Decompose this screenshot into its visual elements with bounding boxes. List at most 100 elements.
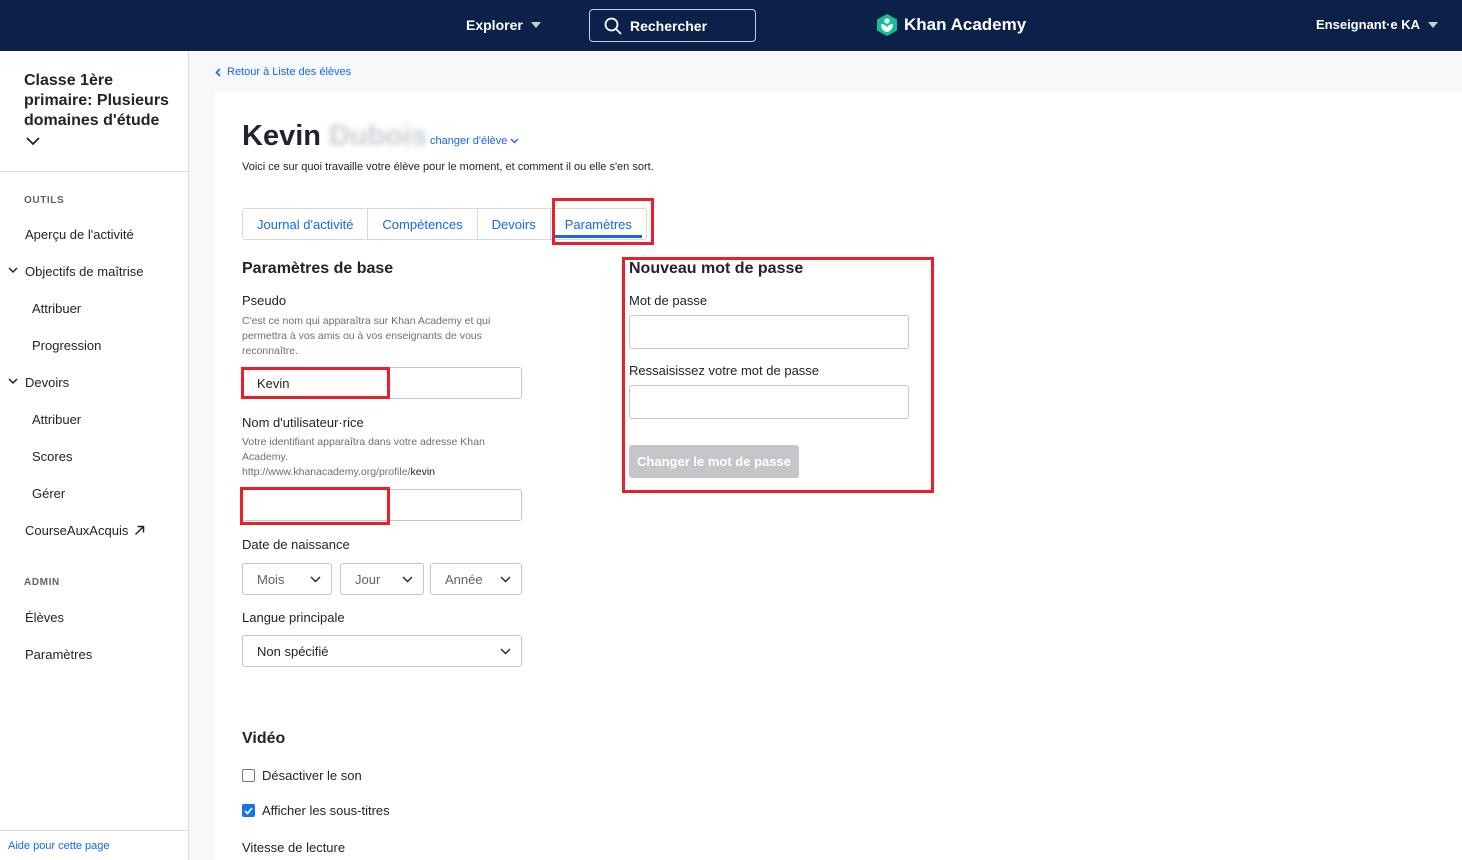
checkmark-icon (244, 806, 253, 815)
page-subtitle: Voici ce sur quoi travaille votre élève … (242, 161, 654, 173)
user-label: Enseignant·e KA (1316, 17, 1421, 32)
sidebar-item-settings[interactable]: Paramètres (25, 647, 92, 662)
chevron-down-icon (500, 648, 511, 654)
search-label: Rechercher (630, 17, 708, 34)
nickname-help-text: C'est ce nom qui apparaîtra sur Khan Aca… (242, 315, 491, 357)
sidebar-item-students[interactable]: Élèves (25, 610, 64, 625)
search-icon (604, 17, 622, 34)
subtitles-label: Afficher les sous-titres (262, 803, 390, 818)
chevron-down-icon (402, 576, 413, 582)
username-help-text: Votre identifiant apparaîtra dans votre … (242, 435, 522, 480)
student-tabs: Journal d'activité Compétences Devoirs P… (242, 208, 647, 240)
birth-date-label: Date de naissance (242, 537, 350, 552)
sidebar-item-label: Gérer (32, 486, 66, 501)
primary-language-label: Langue principale (242, 610, 345, 625)
nickname-input[interactable]: Kevin (242, 367, 522, 399)
back-link-label: Retour à Liste des élèves (227, 66, 352, 78)
help-link[interactable]: Aide pour cette page (8, 840, 110, 852)
username-help-description: Votre identifiant apparaîtra dans votre … (242, 436, 485, 463)
sidebar-item-label: CourseAuxAcquis (25, 523, 129, 538)
sidebar-item-label: Attribuer (32, 412, 82, 427)
sidebar-item-progress[interactable]: Progression (32, 338, 101, 353)
sidebar-item-activity-overview[interactable]: Aperçu de l'activité (25, 227, 134, 242)
khan-academy-logo[interactable]: Khan Academy (876, 13, 1026, 37)
student-name-heading: Kevin Dubois (242, 120, 427, 153)
back-to-students-link[interactable]: Retour à Liste des élèves (215, 66, 351, 78)
sidebar-item-label: Progression (32, 338, 102, 353)
sidebar-item-course-challenge[interactable]: CourseAuxAcquis (25, 523, 145, 538)
khan-academy-logo-icon (877, 14, 897, 36)
confirm-password-label: Ressaisissez votre mot de passe (629, 363, 820, 378)
sidebar-item-label: Aperçu de l'activité (25, 227, 134, 242)
tab-assignments[interactable]: Devoirs (478, 209, 551, 239)
sidebar-item-assignments[interactable]: Devoirs (25, 375, 69, 390)
chevron-down-icon[interactable] (26, 137, 40, 146)
year-placeholder: Année (445, 571, 483, 587)
username-label: Nom d'utilisateur·rice (242, 415, 364, 430)
birth-month-select[interactable]: Mois (242, 563, 332, 595)
tab-settings[interactable]: Paramètres (551, 209, 646, 239)
video-heading: Vidéo (242, 730, 286, 747)
explore-label: Explorer (466, 17, 523, 33)
sidebar-item-assignments-assign[interactable]: Attribuer (32, 412, 81, 427)
chevron-down-icon (1428, 21, 1439, 28)
chevron-down-icon (500, 576, 511, 582)
nickname-value: Kevin (257, 375, 290, 391)
basic-settings-heading: Paramètres de base (242, 260, 394, 277)
playback-speed-label: Vitesse de lecture (242, 840, 346, 855)
tab-skills[interactable]: Compétences (368, 209, 478, 239)
sidebar-item-label: Objectifs de maîtrise (25, 264, 144, 279)
profile-url-prefix: http://www.khanacademy.org/profile/ (242, 466, 411, 478)
external-link-icon (135, 525, 145, 536)
student-first-name: Kevin (242, 120, 321, 152)
confirm-password-input[interactable] (629, 385, 909, 419)
search-button[interactable]: Rechercher (589, 9, 756, 42)
sidebar-divider (0, 171, 188, 172)
sidebar-item-scores[interactable]: Scores (32, 449, 72, 464)
subtitles-checkbox[interactable] (242, 804, 255, 817)
change-student-button[interactable]: changer d'élève (430, 135, 519, 147)
user-menu-button[interactable]: Enseignant·e KA (1316, 17, 1439, 32)
explore-menu-button[interactable]: Explorer (466, 17, 541, 33)
mute-label: Désactiver le son (262, 768, 362, 783)
subtitles-checkbox-row[interactable]: Afficher les sous-titres (242, 803, 390, 818)
mute-checkbox-row[interactable]: Désactiver le son (242, 768, 362, 783)
logo-text: Khan Academy (904, 15, 1027, 34)
change-student-label: changer d'élève (430, 135, 508, 147)
primary-language-select[interactable]: Non spécifié (242, 635, 522, 667)
birth-day-select[interactable]: Jour (340, 563, 424, 595)
sidebar: Classe 1ère primaire: Plusieurs domaines… (0, 51, 189, 860)
sidebar-item-manage[interactable]: Gérer (32, 486, 65, 501)
sidebar-divider (0, 830, 188, 831)
admin-section-heading: ADMIN (24, 577, 60, 588)
password-input[interactable] (629, 315, 909, 349)
birth-year-select[interactable]: Année (430, 563, 522, 595)
sidebar-item-label: Attribuer (32, 301, 82, 316)
language-value: Non spécifié (257, 643, 329, 659)
tools-section-heading: OUTILS (24, 195, 65, 206)
password-label: Mot de passe (629, 293, 708, 308)
nickname-label: Pseudo (242, 293, 287, 308)
sidebar-item-label: Paramètres (25, 647, 93, 662)
top-navigation-bar: Explorer Rechercher Khan Academy Enseign… (0, 0, 1462, 51)
sidebar-item-label: Devoirs (25, 375, 70, 390)
chevron-down-icon (310, 576, 321, 582)
username-input[interactable] (242, 489, 522, 521)
new-password-heading: Nouveau mot de passe (629, 260, 804, 277)
tab-activity-log[interactable]: Journal d'activité (243, 209, 369, 239)
change-password-button[interactable]: Changer le mot de passe (629, 445, 799, 478)
chevron-down-icon (530, 22, 541, 28)
chevron-down-icon[interactable] (8, 267, 18, 274)
profile-url-username: kevin (410, 466, 435, 478)
chevron-down-icon[interactable] (8, 378, 18, 385)
sidebar-item-label: Scores (32, 449, 73, 464)
day-placeholder: Jour (355, 571, 381, 587)
chevron-down-icon (510, 138, 519, 144)
mute-checkbox[interactable] (242, 769, 255, 782)
sidebar-item-mastery-assign[interactable]: Attribuer (32, 301, 81, 316)
student-last-name: Dubois (328, 120, 428, 152)
month-placeholder: Mois (257, 571, 285, 587)
sidebar-item-mastery-goals[interactable]: Objectifs de maîtrise (25, 264, 144, 279)
class-selector-title[interactable]: Classe 1ère primaire: Plusieurs domaines… (24, 71, 174, 131)
chevron-left-icon (215, 67, 221, 77)
